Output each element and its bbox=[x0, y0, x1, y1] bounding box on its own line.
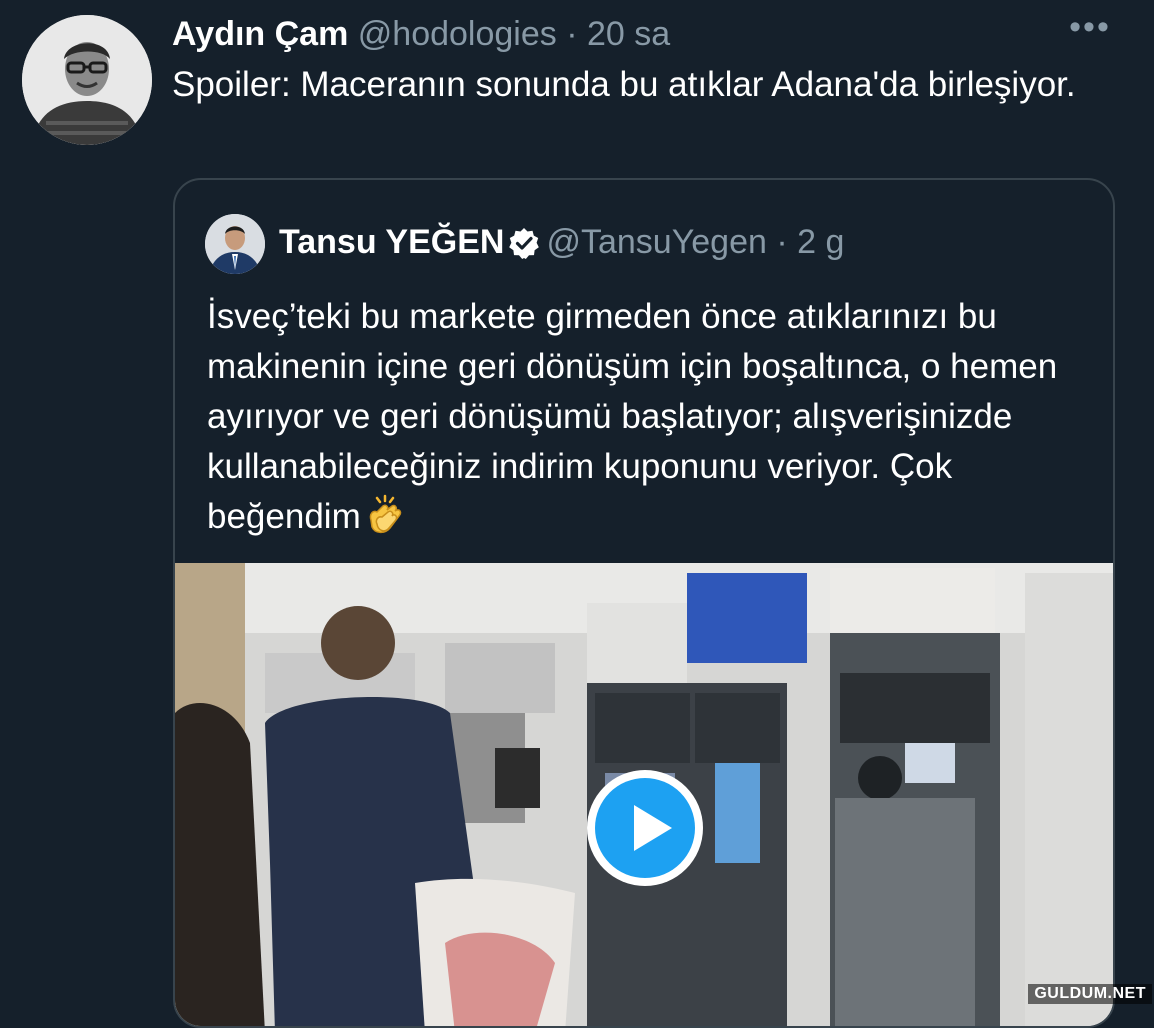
video-thumbnail[interactable] bbox=[175, 563, 1113, 1026]
quoted-tweet-time: 2 g bbox=[797, 223, 845, 261]
time-separator: · bbox=[566, 15, 578, 53]
play-button-circle bbox=[595, 778, 695, 878]
watermark: GULDUM.NET bbox=[1028, 984, 1152, 1004]
tweet-text: Spoiler: Maceranın sonunda bu atıklar Ad… bbox=[172, 65, 1076, 104]
author-avatar[interactable] bbox=[22, 15, 152, 145]
verified-badge-icon bbox=[508, 224, 540, 272]
more-horizontal-icon[interactable]: ••• bbox=[1066, 10, 1114, 52]
tweet-header: Aydın Çam @hodologies · 20 sa bbox=[172, 12, 670, 56]
quoted-tweet[interactable]: Tansu YEĞEN @TansuYegen · 2 g İsveç’teki … bbox=[173, 178, 1115, 1028]
play-triangle bbox=[634, 805, 672, 851]
author-handle[interactable]: @hodologies bbox=[358, 15, 557, 53]
quoted-avatar-photo bbox=[205, 214, 265, 274]
quoted-tweet-body: İsveç’teki bu markete girmeden önce atık… bbox=[207, 297, 1058, 536]
quoted-tweet-text: İsveç’teki bu markete girmeden önce atık… bbox=[207, 292, 1087, 552]
play-button-icon[interactable] bbox=[587, 770, 703, 886]
avatar-photo bbox=[22, 15, 152, 145]
author-name[interactable]: Aydın Çam bbox=[172, 15, 348, 53]
quoted-time-separator: · bbox=[776, 223, 788, 261]
quoted-author-avatar bbox=[205, 214, 265, 274]
quoted-author-name[interactable]: Tansu YEĞEN bbox=[279, 223, 504, 261]
tweet-time[interactable]: 20 sa bbox=[587, 15, 670, 53]
quoted-tweet-header: Tansu YEĞEN @TansuYegen · 2 g bbox=[279, 218, 844, 272]
clapping-hands-icon bbox=[363, 494, 407, 552]
quoted-author-handle[interactable]: @TansuYegen bbox=[546, 223, 766, 261]
